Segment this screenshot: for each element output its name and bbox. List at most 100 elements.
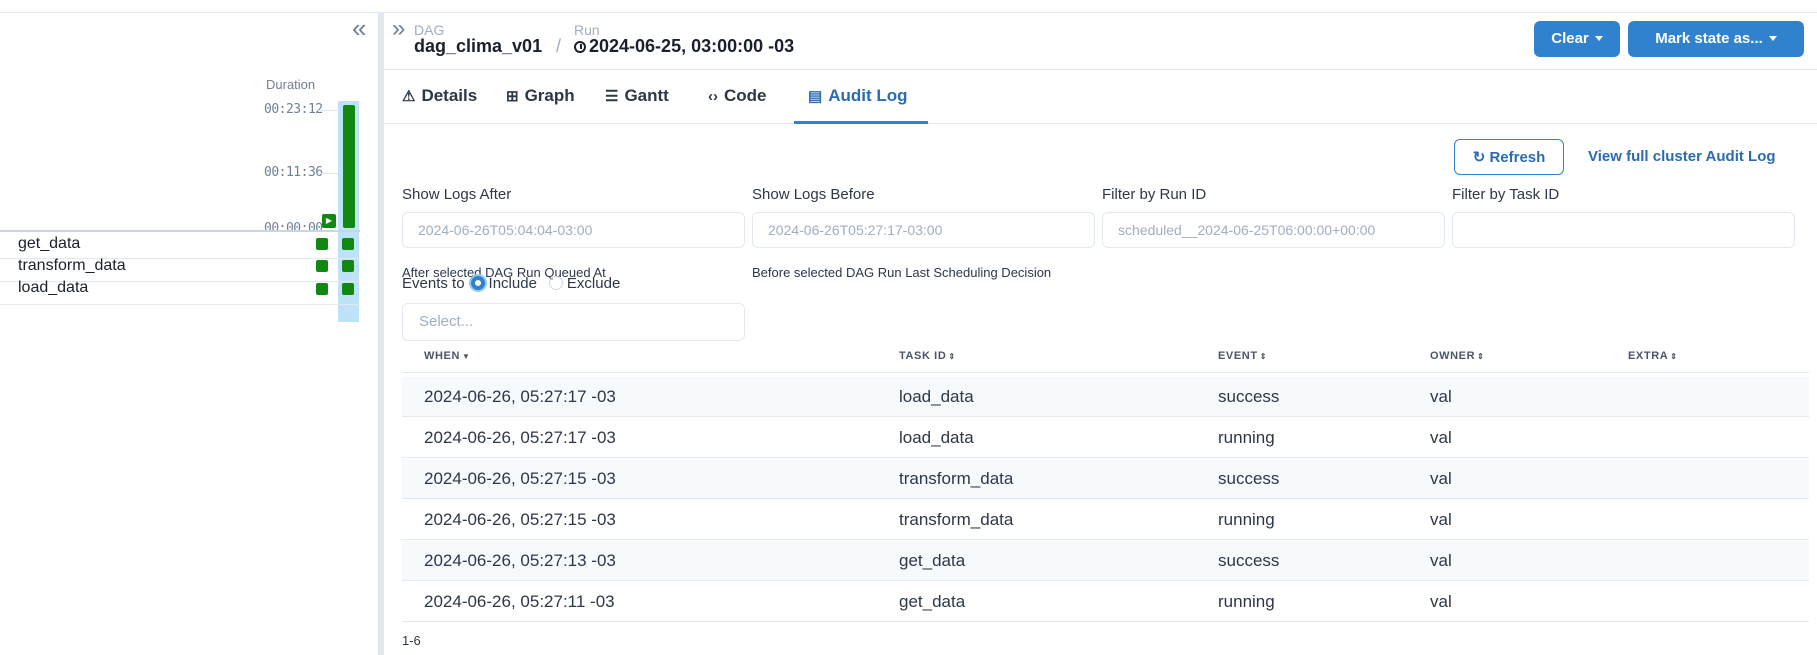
clear-button[interactable]: Clear xyxy=(1534,21,1620,57)
exclude-label[interactable]: Exclude xyxy=(567,275,620,292)
warning-icon: ⚠ xyxy=(402,88,416,105)
mark-state-button[interactable]: Mark state as... xyxy=(1628,21,1804,57)
graph-icon: ⊞ xyxy=(506,88,519,105)
tab-audit-log[interactable]: ▤ Audit Log xyxy=(808,79,908,123)
task-name-load-data[interactable]: load_data xyxy=(18,279,88,297)
cell-task-id: transform_data xyxy=(899,510,1014,529)
cell-when: 2024-06-26, 05:27:15 -03 xyxy=(424,469,616,488)
column-header-when[interactable]: WHEN ▼ xyxy=(424,350,471,362)
cell-when: 2024-06-26, 05:27:17 -03 xyxy=(424,428,616,447)
gantt-icon: ☰ xyxy=(605,88,619,105)
column-label: WHEN xyxy=(424,350,461,362)
clear-button-label: Clear xyxy=(1551,30,1589,47)
tab-code[interactable]: ‹› Code xyxy=(708,79,767,123)
sort-icon: ⇕ xyxy=(1477,352,1485,361)
cell-owner: val xyxy=(1430,387,1452,406)
table-row: 2024-06-26, 05:27:17 -03 load_data runni… xyxy=(402,418,1809,458)
tab-label: Details xyxy=(421,86,478,105)
tab-label: Audit Log xyxy=(828,86,908,105)
cell-event: running xyxy=(1218,510,1275,529)
task-instance-status[interactable] xyxy=(316,260,328,272)
audit-log-icon: ▤ xyxy=(808,88,823,105)
tab-label: Code xyxy=(724,86,767,105)
breadcrumb-run[interactable]: 2024-06-25, 03:00:00 -03 xyxy=(574,36,794,57)
show-logs-before-input[interactable]: 2024-06-26T05:27:17-03:00 xyxy=(752,212,1095,248)
cell-when: 2024-06-26, 05:27:11 -03 xyxy=(424,592,615,611)
chevron-down-icon xyxy=(1768,36,1777,41)
task-instance-status[interactable] xyxy=(342,260,354,272)
show-logs-before-label: Show Logs Before xyxy=(752,186,875,203)
table-row: 2024-06-26, 05:27:13 -03 get_data succes… xyxy=(402,541,1809,581)
column-header-event[interactable]: EVENT ⇕ xyxy=(1218,350,1267,362)
cell-owner: val xyxy=(1430,428,1452,447)
table-row: 2024-06-26, 05:27:15 -03 transform_data … xyxy=(402,459,1809,499)
cell-when: 2024-06-26, 05:27:17 -03 xyxy=(424,387,616,406)
cell-when: 2024-06-26, 05:27:15 -03 xyxy=(424,510,616,529)
table-row: 2024-06-26, 05:27:11 -03 get_data runnin… xyxy=(402,582,1809,622)
clock-icon xyxy=(574,41,586,53)
breadcrumb-dag-value[interactable]: dag_clima_v01 xyxy=(414,36,542,57)
cell-task-id: get_data xyxy=(899,551,966,570)
show-logs-before-help: Before selected DAG Run Last Scheduling … xyxy=(752,265,1052,280)
tab-details[interactable]: ⚠ Details xyxy=(402,79,477,123)
duration-tick: 00:11:36 xyxy=(264,165,323,180)
task-instance-status[interactable] xyxy=(342,238,354,250)
grid-divider xyxy=(0,230,360,232)
tab-label: Graph xyxy=(524,86,575,105)
tab-gantt[interactable]: ☰ Gantt xyxy=(605,79,669,123)
tick-line xyxy=(318,110,338,111)
refresh-button[interactable]: ↻ Refresh xyxy=(1454,139,1564,175)
column-label: OWNER xyxy=(1430,350,1476,362)
refresh-button-label: Refresh xyxy=(1489,149,1546,166)
sort-icon: ⇕ xyxy=(1670,352,1678,361)
breadcrumb-separator: / xyxy=(556,36,562,56)
grid-panel: « Duration 00:23:12 00:11:36 00:00:00 ▶ … xyxy=(0,13,378,655)
cell-task-id: transform_data xyxy=(899,469,1014,488)
events-to-label: Events to xyxy=(402,275,465,292)
sort-desc-icon: ▼ xyxy=(462,352,471,361)
column-header-owner[interactable]: OWNER ⇕ xyxy=(1430,350,1484,362)
duration-tick: 00:00:00 xyxy=(264,221,323,236)
include-label[interactable]: Include xyxy=(489,275,537,292)
table-header-divider xyxy=(402,372,1809,373)
show-logs-after-input[interactable]: 2024-06-26T05:04:04-03:00 xyxy=(402,212,745,248)
breadcrumb-run-value: 2024-06-25, 03:00:00 -03 xyxy=(589,36,795,56)
cell-owner: val xyxy=(1430,592,1452,611)
sort-icon: ⇕ xyxy=(948,352,956,361)
event-type-select[interactable]: Select... xyxy=(402,303,745,341)
include-radio[interactable] xyxy=(470,276,485,290)
exclude-radio[interactable] xyxy=(548,276,563,290)
cell-owner: val xyxy=(1430,469,1452,488)
full-audit-log-link[interactable]: View full cluster Audit Log xyxy=(1588,148,1776,165)
mark-state-button-label: Mark state as... xyxy=(1655,30,1763,47)
collapse-grid-icon[interactable]: « xyxy=(352,15,366,41)
tick-line xyxy=(318,173,338,174)
task-name-get-data[interactable]: get_data xyxy=(18,235,80,253)
filter-run-id-input[interactable]: scheduled__2024-06-25T06:00:00+00:00 xyxy=(1102,212,1445,248)
sort-icon: ⇕ xyxy=(1259,352,1267,361)
cell-owner: val xyxy=(1430,551,1452,570)
cell-event: success xyxy=(1218,469,1280,488)
column-label: TASK ID xyxy=(899,350,947,362)
cell-event: running xyxy=(1218,592,1275,611)
expand-grid-icon[interactable]: » xyxy=(392,17,405,41)
filter-task-id-label: Filter by Task ID xyxy=(1452,186,1560,203)
code-icon: ‹› xyxy=(708,88,718,105)
column-header-extra[interactable]: EXTRA ⇕ xyxy=(1628,350,1678,362)
task-instance-status[interactable] xyxy=(342,283,354,295)
cell-when: 2024-06-26, 05:27:13 -03 xyxy=(424,551,616,570)
task-name-transform-data[interactable]: transform_data xyxy=(18,257,126,275)
filter-run-id-label: Filter by Run ID xyxy=(1102,186,1207,203)
task-instance-status[interactable] xyxy=(316,283,328,295)
tab-graph[interactable]: ⊞ Graph xyxy=(506,79,575,123)
run-trigger-icon: ▶ xyxy=(322,214,336,228)
task-instance-status[interactable] xyxy=(316,238,328,250)
filter-task-id-input[interactable] xyxy=(1452,212,1795,248)
run-duration-bar[interactable] xyxy=(343,105,355,228)
show-logs-after-label: Show Logs After xyxy=(402,186,512,203)
cell-event: success xyxy=(1218,551,1280,570)
details-panel: » DAG dag_clima_v01 / Run 2024-06-25, 03… xyxy=(384,13,1817,655)
tabs-divider xyxy=(384,123,1817,124)
cell-event: success xyxy=(1218,387,1280,406)
column-header-task-id[interactable]: TASK ID ⇕ xyxy=(899,350,956,362)
